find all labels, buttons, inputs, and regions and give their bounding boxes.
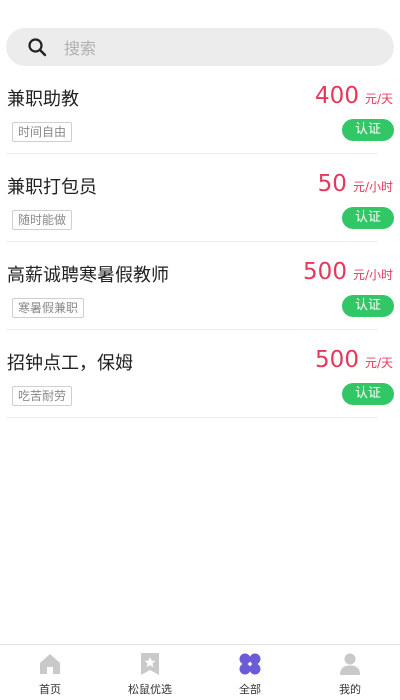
job-tag: 吃苦耐劳	[12, 386, 73, 406]
tab-home[interactable]: 首页	[0, 645, 100, 700]
price-value: 400	[315, 83, 359, 109]
price-unit: 元/天	[364, 92, 393, 106]
price-value: 500	[303, 259, 347, 285]
star-bookmark-icon	[137, 651, 163, 677]
job-list-item[interactable]: 招钟点工，保姆 500 元/天 吃苦耐劳 认证	[0, 330, 400, 418]
job-list: 兼职助教 400 元/天 时间自由 认证 兼职打包员 50 元/小时 随时能做 …	[0, 66, 400, 418]
job-list-item[interactable]: 兼职打包员 50 元/小时 随时能做 认证	[0, 154, 400, 242]
tab-label: 松鼠优选	[128, 683, 172, 696]
search-icon	[26, 36, 48, 58]
price-unit: 元/小时	[352, 268, 393, 282]
tab-label: 全部	[239, 683, 261, 696]
tab-all[interactable]: 全部	[200, 645, 300, 700]
job-title: 兼职助教	[7, 89, 79, 110]
job-price: 500 元/小时	[303, 259, 393, 285]
job-title: 招钟点工，保姆	[7, 353, 133, 374]
price-unit: 元/小时	[352, 180, 393, 194]
job-list-item[interactable]: 兼职助教 400 元/天 时间自由 认证	[0, 66, 400, 154]
job-tag: 随时能做	[12, 210, 73, 230]
job-list-item[interactable]: 高薪诚聘寒暑假教师 500 元/小时 寒暑假兼职 认证	[0, 242, 400, 330]
clover-icon	[237, 651, 263, 677]
tab-label: 我的	[339, 683, 361, 696]
verify-badge: 认证	[342, 295, 394, 317]
verify-badge: 认证	[342, 207, 394, 229]
price-value: 500	[315, 347, 359, 373]
search-bar[interactable]: 搜索	[6, 28, 394, 66]
tab-label: 首页	[39, 683, 61, 696]
price-value: 50	[317, 171, 347, 197]
job-price: 400 元/天	[315, 83, 393, 109]
home-icon	[37, 651, 63, 677]
search-placeholder: 搜索	[64, 39, 97, 58]
job-tag: 寒暑假兼职	[12, 298, 85, 318]
verify-badge: 认证	[342, 119, 394, 141]
verify-badge: 认证	[342, 383, 394, 405]
price-unit: 元/天	[364, 356, 393, 370]
job-price: 500 元/天	[315, 347, 393, 373]
job-tag: 时间自由	[12, 122, 73, 142]
job-title: 高薪诚聘寒暑假教师	[7, 265, 169, 286]
tab-squirrel-picks[interactable]: 松鼠优选	[100, 645, 200, 700]
job-price: 50 元/小时	[318, 171, 393, 197]
tab-mine[interactable]: 我的	[300, 645, 400, 700]
user-icon	[337, 651, 363, 677]
job-title: 兼职打包员	[7, 177, 97, 198]
bottom-tab-bar: 首页 松鼠优选 全部 我的	[0, 644, 400, 700]
